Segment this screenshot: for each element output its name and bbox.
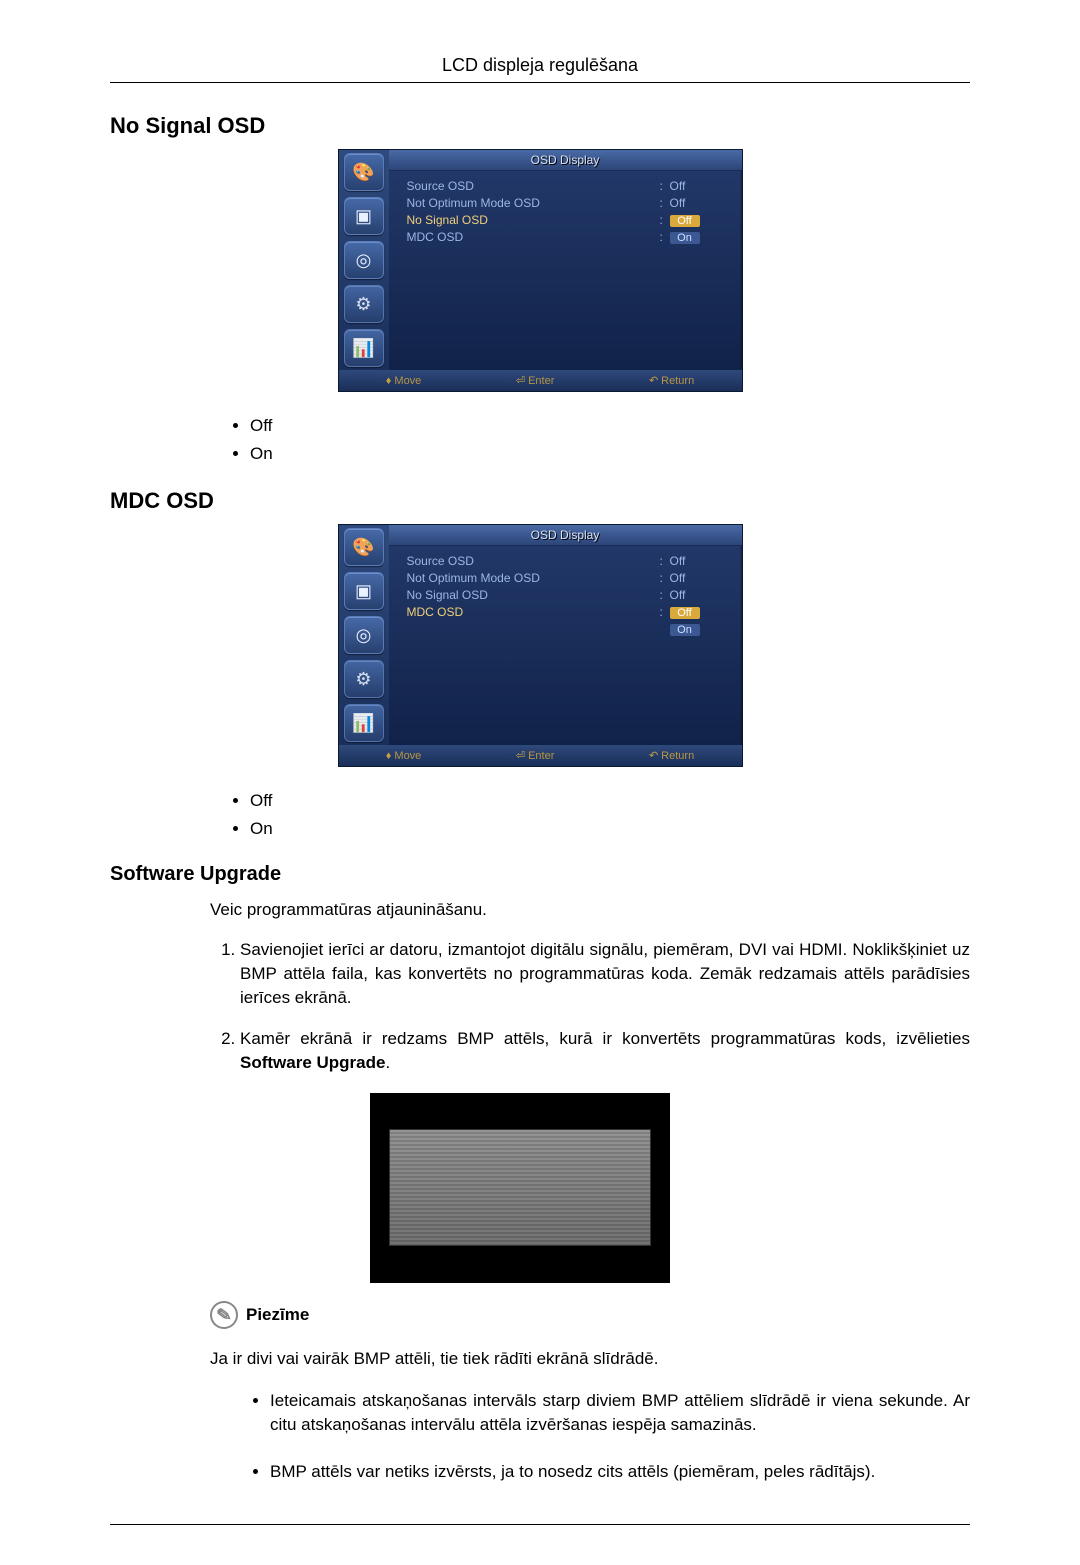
- option-off: Off: [250, 791, 970, 811]
- osd-row-label: Not Optimum Mode OSD: [407, 571, 660, 585]
- osd-row: No Signal OSD:Off: [407, 588, 724, 602]
- circle-icon: ◎: [344, 616, 384, 654]
- osd-row: On: [407, 622, 724, 636]
- upgrade-bmp-illustration: [370, 1093, 670, 1283]
- osd-list: Source OSD:OffNot Optimum Mode OSD:OffNo…: [389, 525, 742, 745]
- return-hint: ↶ Return: [649, 749, 694, 762]
- enter-hint: ⏎ Enter: [516, 749, 555, 762]
- osd-row-label: Not Optimum Mode OSD: [407, 196, 660, 210]
- osd-row: MDC OSD:Off: [407, 605, 724, 619]
- adjust-icon: ▣: [344, 197, 384, 235]
- gear-icon: ⚙: [344, 285, 384, 323]
- options-list-2: Off On: [110, 791, 970, 839]
- heading-no-signal-osd: No Signal OSD: [110, 113, 970, 139]
- osd-footer: ♦ Move ⏎ Enter ↶ Return: [339, 370, 742, 391]
- option-on: On: [250, 819, 970, 839]
- paint-icon: 🎨: [344, 153, 384, 191]
- osd-footer: ♦ Move ⏎ Enter ↶ Return: [339, 745, 742, 766]
- osd-row-label: No Signal OSD: [407, 588, 660, 602]
- paint-icon: 🎨: [344, 528, 384, 566]
- move-hint: ♦ Move: [386, 375, 422, 387]
- adjust-icon: ▣: [344, 572, 384, 610]
- page-header: LCD displeja regulēšana: [110, 55, 970, 83]
- option-on: On: [250, 444, 970, 464]
- chart-icon: 📊: [344, 329, 384, 367]
- osd-row-value: Off: [670, 196, 724, 210]
- osd-iconbar: 🎨 ▣ ◎ ⚙ 📊: [339, 525, 389, 745]
- osd-title: OSD Display: [389, 525, 742, 546]
- chart-icon: 📊: [344, 704, 384, 742]
- osd-row-label: Source OSD: [407, 554, 660, 568]
- osd-row-value: On: [670, 230, 724, 244]
- note-bullet-1: Ieteicamais atskaņošanas intervāls starp…: [270, 1389, 970, 1437]
- heading-software-upgrade: Software Upgrade: [110, 863, 970, 886]
- note-bullet-2: BMP attēls var netiks izvērsts, ja to no…: [270, 1460, 970, 1484]
- gear-icon: ⚙: [344, 660, 384, 698]
- heading-mdc-osd: MDC OSD: [110, 488, 970, 514]
- note-paragraph: Ja ir divi vai vairāk BMP attēli, tie ti…: [110, 1347, 970, 1371]
- osd-iconbar: 🎨 ▣ ◎ ⚙ 📊: [339, 150, 389, 370]
- software-intro: Veic programmatūras atjaunināšanu.: [110, 900, 970, 920]
- osd-row-label: No Signal OSD: [407, 213, 660, 227]
- note-heading: ✎ Piezīme: [110, 1301, 970, 1329]
- osd-screenshot-2: OSD Display 🎨 ▣ ◎ ⚙ 📊 Source OSD:Off Not …: [110, 524, 970, 767]
- osd-row-label: Source OSD: [407, 179, 660, 193]
- osd-row-value: Off: [670, 605, 724, 619]
- circle-icon: ◎: [344, 241, 384, 279]
- osd-row: Not Optimum Mode OSD:Off: [407, 571, 724, 585]
- osd-row: MDC OSD:On: [407, 230, 724, 244]
- step-2: Kamēr ekrānā ir redzams BMP attēls, kurā…: [240, 1027, 970, 1075]
- osd-row-value: Off: [670, 571, 724, 585]
- option-off: Off: [250, 416, 970, 436]
- osd-row: No Signal OSD:Off: [407, 213, 724, 227]
- osd-row: Not Optimum Mode OSD:Off: [407, 196, 724, 210]
- osd-row-value: On: [670, 622, 724, 636]
- step-1: Savienojiet ierīci ar datoru, izmantojot…: [240, 938, 970, 1009]
- osd-row-value: Off: [670, 213, 724, 227]
- osd-row: Source OSD:Off: [407, 554, 724, 568]
- footer-rule: [110, 1524, 970, 1525]
- osd-row-value: Off: [670, 588, 724, 602]
- osd-row-label: MDC OSD: [407, 230, 660, 244]
- osd-row-label: MDC OSD: [407, 605, 660, 619]
- osd-list: Source OSD:OffNot Optimum Mode OSD:OffNo…: [389, 150, 742, 370]
- return-hint: ↶ Return: [649, 374, 694, 387]
- enter-hint: ⏎ Enter: [516, 374, 555, 387]
- osd-row: Source OSD:Off: [407, 179, 724, 193]
- move-hint: ♦ Move: [386, 750, 422, 762]
- osd-title: OSD Display: [389, 150, 742, 171]
- note-icon: ✎: [208, 1299, 240, 1331]
- osd-row-value: Off: [670, 179, 724, 193]
- osd-row-value: Off: [670, 554, 724, 568]
- osd-screenshot-1: OSD Display 🎨 ▣ ◎ ⚙ 📊 Source OSD:Off Not …: [110, 149, 970, 392]
- options-list-1: Off On: [110, 416, 970, 464]
